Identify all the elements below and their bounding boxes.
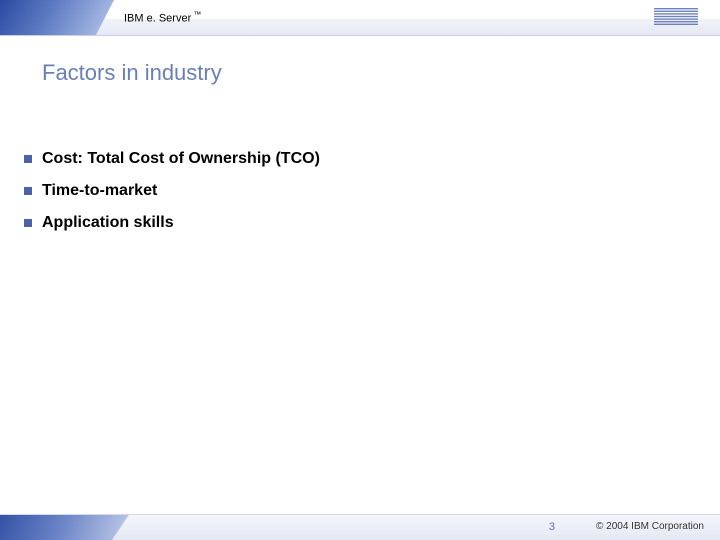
trademark-symbol: ™	[193, 10, 201, 19]
list-item: Application skills	[24, 214, 696, 232]
bullet-marker-icon	[24, 187, 32, 195]
copyright-text: © 2004 IBM Corporation	[596, 521, 704, 532]
page-number: 3	[549, 521, 555, 533]
bullet-text: Cost: Total Cost of Ownership (TCO)	[42, 150, 320, 168]
header-bar: IBM e. Server™	[0, 0, 720, 36]
footer-bar: 3 © 2004 IBM Corporation	[0, 514, 720, 540]
bullet-text: Time-to-market	[42, 182, 157, 200]
list-item: Time-to-market	[24, 182, 696, 200]
product-name: IBM e. Server	[124, 13, 191, 25]
bullet-marker-icon	[24, 219, 32, 227]
list-item: Cost: Total Cost of Ownership (TCO)	[24, 150, 696, 168]
footer-accent-stripe	[0, 515, 140, 540]
ibm-logo-icon	[654, 8, 698, 31]
slide-title: Factors in industry	[42, 60, 222, 86]
header-product-title: IBM e. Server™	[124, 10, 201, 25]
bullet-list: Cost: Total Cost of Ownership (TCO) Time…	[24, 150, 696, 246]
bullet-marker-icon	[24, 155, 32, 163]
header-accent-stripe	[0, 0, 120, 35]
bullet-text: Application skills	[42, 214, 174, 232]
